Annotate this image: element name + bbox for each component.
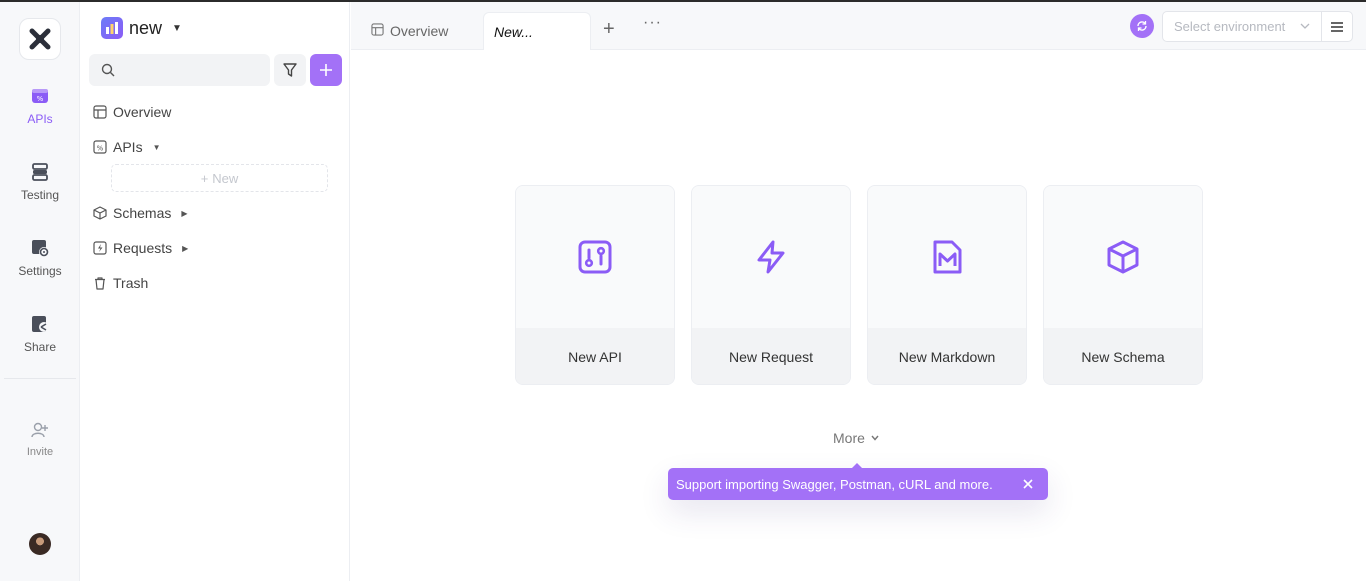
caret-down-icon[interactable]: ▼ (153, 143, 161, 152)
more-label: More (833, 430, 865, 446)
more-button[interactable]: More (833, 430, 880, 446)
tree-item-trash[interactable]: Trash (93, 273, 148, 293)
tab-label: Overview (390, 23, 449, 39)
tooltip-text: Support importing Swagger, Postman, cURL… (676, 476, 993, 492)
cube-icon (1107, 240, 1139, 274)
new-label: New (212, 170, 239, 186)
new-api-card[interactable]: New API (515, 185, 675, 385)
plus-icon: + (200, 170, 209, 186)
tree-item-overview[interactable]: Overview (93, 102, 171, 122)
rail-item-testing[interactable]: Testing (0, 161, 80, 202)
close-icon[interactable] (1020, 476, 1036, 492)
overview-icon (93, 105, 107, 119)
logo-icon (29, 28, 51, 50)
tree-label: Trash (113, 275, 149, 291)
card-label: New API (516, 328, 674, 384)
cube-icon (93, 206, 107, 220)
tab-bar: Overview New... + ··· Select environment (351, 2, 1366, 50)
settings-icon (29, 237, 51, 259)
lightning-icon (93, 241, 107, 255)
add-user-icon (29, 419, 51, 441)
rail-divider (4, 378, 76, 379)
caret-right-icon[interactable]: ▶ (182, 244, 188, 253)
testing-icon (29, 161, 51, 183)
new-schema-card[interactable]: New Schema (1043, 185, 1203, 385)
markdown-icon (933, 240, 962, 274)
add-button[interactable] (310, 54, 342, 86)
rail-item-settings[interactable]: Settings (0, 237, 80, 278)
new-request-card[interactable]: New Request (691, 185, 851, 385)
rail-item-share[interactable]: Share (0, 313, 80, 354)
left-rail: % APIs Testing Settings Share Invite (0, 2, 80, 581)
filter-icon (283, 63, 297, 77)
card-label: New Schema (1044, 328, 1202, 384)
caret-down-icon: ▼ (172, 22, 182, 34)
rail-label: Invite (26, 446, 54, 458)
tab-label: New... (494, 23, 533, 40)
rail-item-invite[interactable]: Invite (0, 419, 80, 458)
overview-icon (371, 23, 384, 39)
svg-text:%: % (97, 145, 104, 153)
card-label: New Markdown (868, 328, 1026, 384)
chevron-down-icon (871, 435, 879, 441)
project-switcher[interactable]: new ▼ (101, 17, 182, 39)
project-name: new (129, 17, 163, 38)
caret-right-icon[interactable]: ▶ (181, 209, 187, 218)
api-icon (578, 240, 612, 274)
tree-label: Overview (113, 104, 172, 120)
plus-icon (320, 64, 332, 76)
rail-label: Settings (18, 264, 62, 278)
lightning-icon (757, 240, 785, 274)
rail-label: Testing (20, 188, 60, 202)
app-logo[interactable] (19, 18, 61, 60)
filter-button[interactable] (274, 54, 306, 86)
project-icon (101, 17, 123, 39)
sync-icon (1137, 21, 1147, 31)
add-tab-button[interactable]: + (603, 18, 615, 41)
hamburger-icon (1331, 21, 1343, 32)
environment-select[interactable]: Select environment (1162, 11, 1322, 42)
tree-item-requests[interactable]: Requests ▶ (93, 238, 188, 258)
search-icon (101, 63, 115, 77)
import-tooltip: Support importing Swagger, Postman, cURL… (668, 463, 1048, 500)
sync-button[interactable] (1130, 14, 1154, 38)
trash-icon (93, 276, 107, 290)
environment-placeholder: Select environment (1174, 19, 1286, 34)
tree-item-schemas[interactable]: Schemas ▶ (93, 203, 188, 223)
rail-label: APIs (27, 112, 53, 126)
new-markdown-card[interactable]: New Markdown (867, 185, 1027, 385)
search-box[interactable] (89, 54, 270, 86)
menu-button[interactable] (1321, 11, 1353, 42)
rail-label: Share (23, 340, 57, 354)
sidebar: new ▼ Overview % APIs ▼ + New Schemas ▶ … (81, 2, 350, 581)
apis-icon: % (29, 85, 51, 107)
more-tabs-button[interactable]: ··· (643, 14, 662, 32)
chevron-down-icon (1300, 23, 1310, 29)
new-api-placeholder[interactable]: + New (111, 164, 328, 192)
tree-label: APIs (113, 139, 143, 155)
svg-text:%: % (37, 95, 44, 103)
rail-item-apis[interactable]: % APIs (0, 85, 80, 126)
tree-label: Schemas (113, 205, 172, 221)
api-icon: % (93, 140, 107, 154)
card-label: New Request (692, 328, 850, 384)
tab-new[interactable]: New... (483, 12, 591, 50)
avatar[interactable] (29, 533, 51, 555)
tree-label: Requests (113, 240, 173, 256)
search-input[interactable] (121, 62, 261, 78)
share-icon (29, 313, 51, 335)
tab-overview[interactable]: Overview (351, 12, 481, 50)
tree-item-apis[interactable]: % APIs ▼ (93, 137, 161, 157)
